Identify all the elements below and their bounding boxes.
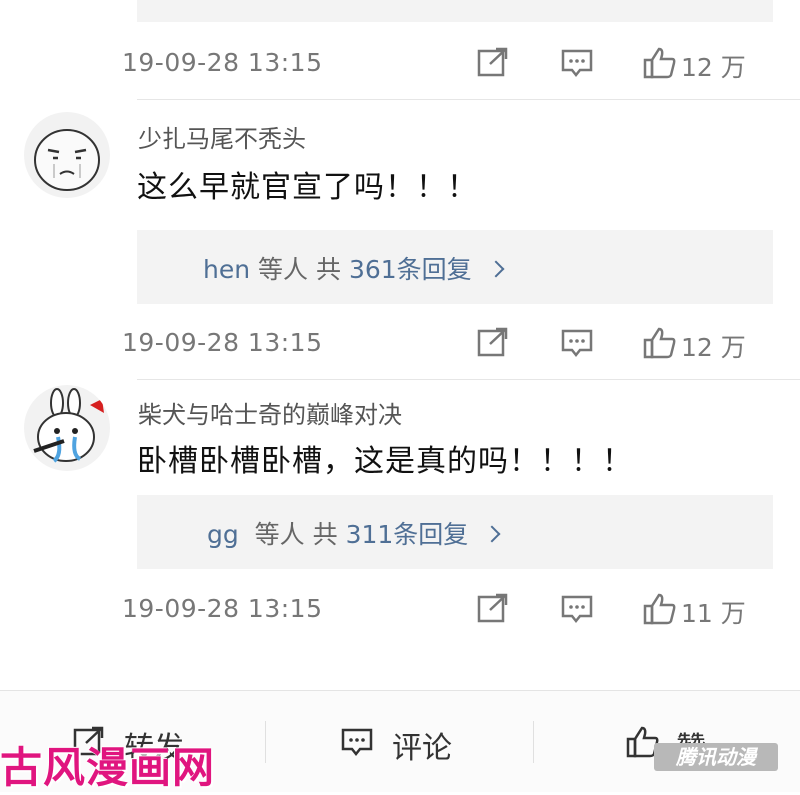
- like-count: 12 万: [681, 53, 746, 82]
- avatar[interactable]: [24, 112, 110, 198]
- reply-box-partial[interactable]: [137, 0, 773, 22]
- reply-count[interactable]: 311条回复: [346, 520, 469, 549]
- comment-icon[interactable]: [560, 46, 594, 80]
- like-count: 12 万: [681, 333, 746, 362]
- comment-button[interactable]: 评论: [340, 721, 480, 766]
- reply-summary[interactable]: gg 等人 共 311条回复: [207, 515, 501, 551]
- thumbs-up-icon[interactable]: [643, 46, 677, 80]
- comment-timestamp: 19-09-28 13:15: [122, 594, 323, 623]
- crying-rabbit-avatar-icon: [33, 388, 104, 463]
- share-icon[interactable]: [476, 326, 510, 360]
- reply-gong: 共: [316, 255, 342, 284]
- face-avatar-icon: [34, 129, 100, 191]
- chevron-right-icon: [483, 525, 501, 543]
- comment-username[interactable]: 少扎马尾不秃头: [138, 119, 306, 154]
- reply-count[interactable]: 361条回复: [349, 255, 472, 284]
- reply-mid-text: 等人: [258, 255, 309, 284]
- share-icon[interactable]: [476, 46, 510, 80]
- reply-mid-text: 等人: [254, 520, 305, 549]
- share-icon[interactable]: [476, 592, 510, 626]
- reply-gong: 共: [312, 520, 338, 549]
- comment-text: 这么早就官宣了吗！！！: [137, 170, 478, 205]
- comment-meta-row: 19-09-28 13:15 11 万: [0, 588, 800, 628]
- like-count: 11 万: [681, 599, 746, 628]
- comment-meta-row: 19-09-28 13:15 12 万: [0, 42, 800, 82]
- comment-username[interactable]: 柴犬与哈士奇的巅峰对决: [138, 395, 402, 430]
- thumbs-up-icon[interactable]: [643, 326, 677, 360]
- divider: [137, 379, 800, 380]
- bar-divider: [265, 721, 266, 763]
- comment-icon: [341, 728, 373, 757]
- comment-timestamp: 19-09-28 13:15: [122, 328, 323, 357]
- comment-icon[interactable]: [560, 592, 594, 626]
- comment-meta-row: 19-09-28 13:15 12 万: [0, 322, 800, 362]
- watermark-brand: 腾讯动漫: [654, 743, 778, 771]
- chevron-right-icon: [487, 260, 505, 278]
- avatar[interactable]: [24, 385, 110, 471]
- reply-summary-box[interactable]: gg 等人 共 311条回复: [137, 495, 773, 569]
- reply-summary[interactable]: hen 等人 共 361条回复: [203, 250, 505, 286]
- thumbs-up-icon[interactable]: [643, 592, 677, 626]
- reply-summary-box[interactable]: hen 等人 共 361条回复: [137, 230, 773, 304]
- comment-icon[interactable]: [560, 326, 594, 360]
- divider: [137, 99, 800, 100]
- watermark-site: 古风漫画网: [0, 743, 216, 792]
- comment-label: 评论: [392, 731, 452, 766]
- comment-timestamp: 19-09-28 13:15: [122, 48, 323, 77]
- comment-text: 卧槽卧槽卧槽，这是真的吗！！！！: [137, 444, 633, 479]
- reply-users[interactable]: gg: [207, 520, 239, 549]
- reply-users[interactable]: hen: [203, 255, 250, 284]
- bar-divider: [533, 721, 534, 763]
